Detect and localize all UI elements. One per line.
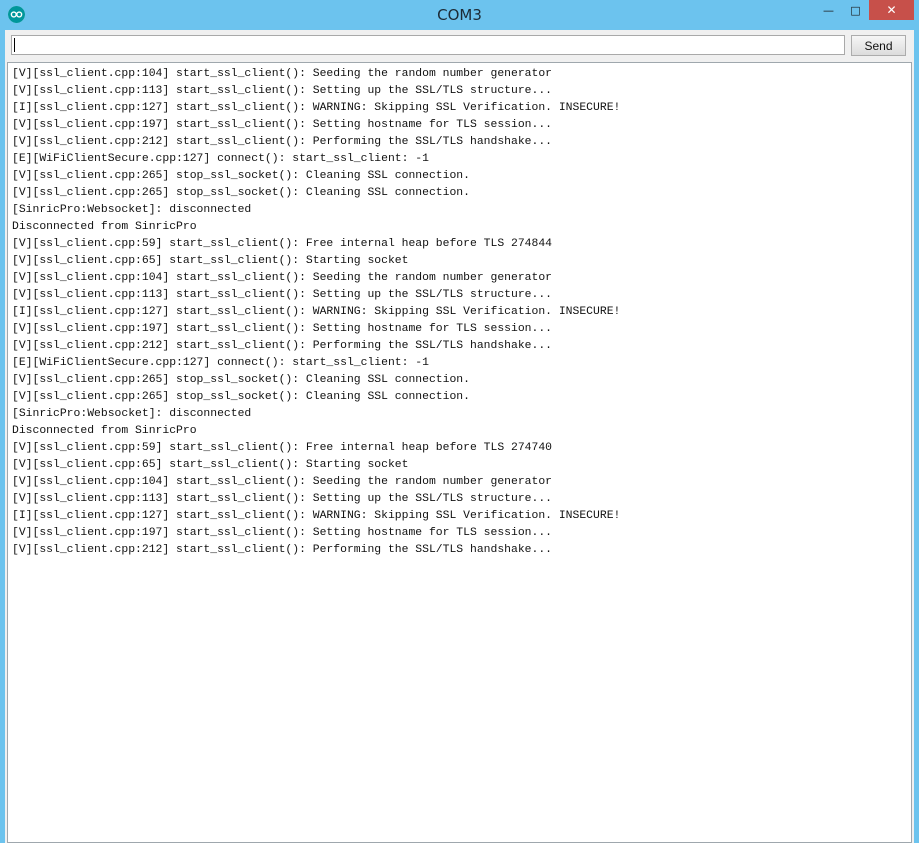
log-line: [V][ssl_client.cpp:197] start_ssl_client… xyxy=(12,119,553,131)
serial-output[interactable]: [V][ssl_client.cpp:104] start_ssl_client… xyxy=(7,62,912,843)
log-line: [I][ssl_client.cpp:127] start_ssl_client… xyxy=(12,306,621,318)
serial-input[interactable] xyxy=(11,35,845,55)
log-line: [E][WiFiClientSecure.cpp:127] connect():… xyxy=(12,357,429,369)
log-line: [SinricPro:Websocket]: disconnected xyxy=(12,204,252,216)
log-line: [V][ssl_client.cpp:59] start_ssl_client(… xyxy=(12,442,553,454)
log-line: [E][WiFiClientSecure.cpp:127] connect():… xyxy=(12,153,429,165)
log-line: [I][ssl_client.cpp:127] start_ssl_client… xyxy=(12,510,621,522)
send-button[interactable]: Send xyxy=(851,35,906,56)
log-line: [I][ssl_client.cpp:127] start_ssl_client… xyxy=(12,102,621,114)
log-line: [V][ssl_client.cpp:65] start_ssl_client(… xyxy=(12,255,409,267)
log-line: [V][ssl_client.cpp:104] start_ssl_client… xyxy=(12,68,553,80)
log-line: [V][ssl_client.cpp:197] start_ssl_client… xyxy=(12,527,553,539)
log-list: [V][ssl_client.cpp:104] start_ssl_client… xyxy=(12,66,620,559)
log-line: [V][ssl_client.cpp:59] start_ssl_client(… xyxy=(12,238,553,250)
log-line: [V][ssl_client.cpp:113] start_ssl_client… xyxy=(12,289,553,301)
log-line: Disconnected from SinricPro xyxy=(12,425,197,437)
log-line: [V][ssl_client.cpp:104] start_ssl_client… xyxy=(12,272,553,284)
log-line: [V][ssl_client.cpp:104] start_ssl_client… xyxy=(12,476,553,488)
window-title: COM3 xyxy=(437,6,482,24)
log-line: [V][ssl_client.cpp:265] stop_ssl_socket(… xyxy=(12,374,470,386)
log-line: [V][ssl_client.cpp:212] start_ssl_client… xyxy=(12,136,553,148)
log-line: [V][ssl_client.cpp:265] stop_ssl_socket(… xyxy=(12,391,470,403)
log-line: [V][ssl_client.cpp:212] start_ssl_client… xyxy=(12,544,553,556)
log-line: [V][ssl_client.cpp:113] start_ssl_client… xyxy=(12,493,553,505)
log-line: [V][ssl_client.cpp:65] start_ssl_client(… xyxy=(12,459,409,471)
log-line: [V][ssl_client.cpp:265] stop_ssl_socket(… xyxy=(12,170,470,182)
send-bar: Send xyxy=(5,30,914,61)
maximize-icon: □ xyxy=(850,3,861,17)
serial-monitor-panel: Send [V][ssl_client.cpp:104] start_ssl_c… xyxy=(5,30,914,843)
log-line: [V][ssl_client.cpp:212] start_ssl_client… xyxy=(12,340,553,352)
log-line: [V][ssl_client.cpp:113] start_ssl_client… xyxy=(12,85,553,97)
log-line: [V][ssl_client.cpp:265] stop_ssl_socket(… xyxy=(12,187,470,199)
minimize-button[interactable]: — xyxy=(816,0,841,20)
text-cursor xyxy=(14,38,15,52)
log-line: [V][ssl_client.cpp:197] start_ssl_client… xyxy=(12,323,553,335)
close-icon: ✕ xyxy=(886,3,897,17)
log-line: Disconnected from SinricPro xyxy=(12,221,197,233)
minimize-icon: — xyxy=(823,3,834,17)
close-button[interactable]: ✕ xyxy=(869,0,914,20)
title-bar[interactable]: COM3 — □ ✕ xyxy=(0,0,919,30)
maximize-button[interactable]: □ xyxy=(842,0,869,20)
log-line: [SinricPro:Websocket]: disconnected xyxy=(12,408,252,420)
